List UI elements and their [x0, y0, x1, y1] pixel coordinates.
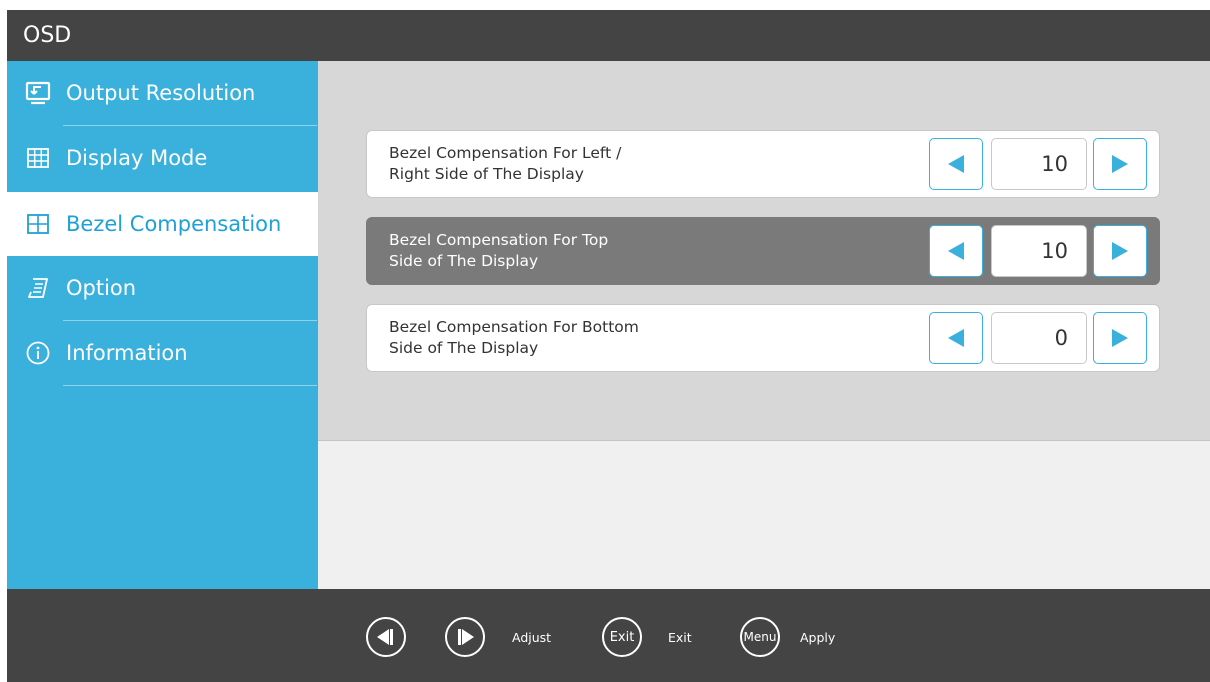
- sidebar-item-display-mode[interactable]: Display Mode: [7, 126, 318, 190]
- value-field[interactable]: 10: [991, 138, 1087, 190]
- setting-row-left-right[interactable]: Bezel Compensation For Left / Right Side…: [366, 130, 1160, 198]
- sidebar-item-option[interactable]: Option: [7, 256, 318, 320]
- output-resolution-icon: [24, 79, 52, 107]
- osd-window: OSD Output Resolution Display Mode Bezel…: [7, 10, 1210, 682]
- settings-panel: Bezel Compensation For Left / Right Side…: [318, 61, 1210, 441]
- menu-button[interactable]: Menu: [740, 617, 780, 657]
- setting-label: Bezel Compensation For Bottom Side of Th…: [389, 317, 639, 359]
- decrease-button[interactable]: [929, 138, 983, 190]
- grid-icon: [24, 144, 52, 172]
- quad-grid-icon: [24, 210, 52, 238]
- setting-label: Bezel Compensation For Top Side of The D…: [389, 230, 608, 272]
- sidebar-item-label: Information: [66, 341, 188, 365]
- left-arrow-icon: [948, 329, 964, 347]
- right-arrow-icon: [1112, 155, 1128, 173]
- setting-row-bottom[interactable]: Bezel Compensation For Bottom Side of Th…: [366, 304, 1160, 372]
- exit-label: Exit: [668, 630, 692, 645]
- sidebar: Output Resolution Display Mode Bezel Com…: [7, 61, 318, 589]
- increase-button[interactable]: [1093, 312, 1147, 364]
- info-icon: [24, 339, 52, 367]
- sidebar-item-label: Display Mode: [66, 146, 208, 170]
- right-arrow-icon: [1112, 329, 1128, 347]
- setting-label-line2: Side of The Display: [389, 252, 539, 270]
- increase-button[interactable]: [1093, 138, 1147, 190]
- exit-button[interactable]: Exit: [602, 617, 642, 657]
- decrease-button[interactable]: [929, 225, 983, 277]
- osd-title: OSD: [7, 10, 1210, 61]
- value-field[interactable]: 0: [991, 312, 1087, 364]
- left-arrow-icon: [948, 242, 964, 260]
- sidebar-item-label: Bezel Compensation: [66, 212, 282, 236]
- setting-label-line1: Bezel Compensation For Bottom: [389, 318, 639, 336]
- divider: [63, 385, 317, 386]
- footer-bar: Adjust Exit Exit Menu Apply: [7, 589, 1210, 682]
- setting-row-top[interactable]: Bezel Compensation For Top Side of The D…: [366, 217, 1160, 285]
- left-button-icon[interactable]: [366, 617, 406, 657]
- apply-label: Apply: [800, 630, 836, 645]
- right-arrow-icon: [1112, 242, 1128, 260]
- sidebar-item-information[interactable]: Information: [7, 321, 318, 385]
- adjust-label: Adjust: [512, 630, 552, 645]
- decrease-button[interactable]: [929, 312, 983, 364]
- sidebar-item-output-resolution[interactable]: Output Resolution: [7, 61, 318, 125]
- setting-label-line2: Right Side of The Display: [389, 165, 584, 183]
- setting-label: Bezel Compensation For Left / Right Side…: [389, 143, 621, 185]
- setting-label-line1: Bezel Compensation For Top: [389, 231, 609, 249]
- setting-label-line2: Side of The Display: [389, 339, 539, 357]
- value-field[interactable]: 10: [991, 225, 1087, 277]
- right-button-icon[interactable]: [445, 617, 485, 657]
- document-icon: [24, 274, 52, 302]
- sidebar-item-bezel-compensation[interactable]: Bezel Compensation: [7, 192, 318, 256]
- content-blank-area: [318, 441, 1210, 589]
- left-arrow-icon: [948, 155, 964, 173]
- sidebar-item-label: Option: [66, 276, 137, 300]
- sidebar-item-label: Output Resolution: [66, 81, 256, 105]
- setting-label-line1: Bezel Compensation For Left /: [389, 144, 622, 162]
- increase-button[interactable]: [1093, 225, 1147, 277]
